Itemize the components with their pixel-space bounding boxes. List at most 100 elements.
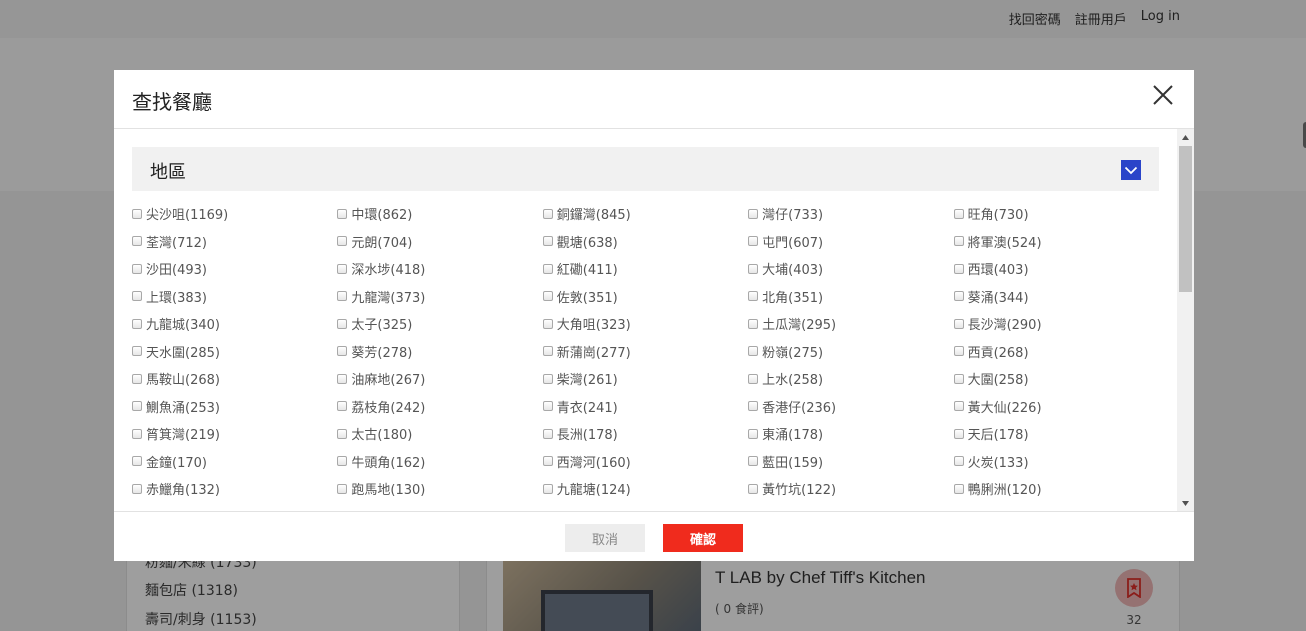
checkbox[interactable] [953, 456, 964, 467]
district-checkbox-item[interactable]: 金鐘(170) [132, 449, 337, 477]
district-checkbox-item[interactable]: 柴灣(261) [542, 366, 748, 394]
checkbox[interactable] [337, 401, 348, 412]
checkbox[interactable] [337, 318, 348, 329]
district-checkbox-item[interactable]: 九龍城(340) [132, 311, 337, 339]
checkbox[interactable] [542, 208, 553, 219]
district-checkbox-item[interactable]: 葵芳(278) [337, 339, 542, 367]
district-checkbox-item[interactable]: 黃大仙(226) [953, 394, 1159, 422]
checkbox[interactable] [542, 483, 553, 494]
checkbox[interactable] [542, 291, 553, 302]
district-checkbox-item[interactable]: 太古(180) [337, 421, 542, 449]
district-checkbox-item[interactable]: 赤鱲角(132) [132, 476, 337, 504]
district-checkbox-item[interactable]: 藍田(159) [748, 449, 953, 477]
district-checkbox-item[interactable]: 深水埗(418) [337, 256, 542, 284]
district-checkbox-item[interactable]: 荃灣(712) [132, 229, 337, 257]
checkbox[interactable] [953, 318, 964, 329]
checkbox[interactable] [748, 318, 759, 329]
district-checkbox-item[interactable]: 北角(351) [748, 284, 953, 312]
checkbox[interactable] [953, 483, 964, 494]
checkbox[interactable] [337, 483, 348, 494]
district-checkbox-item[interactable]: 銅鑼灣(845) [542, 201, 748, 229]
collapse-toggle[interactable] [1121, 160, 1141, 180]
modal-scrollbar[interactable] [1177, 129, 1194, 511]
confirm-button[interactable]: 確認 [663, 524, 743, 552]
checkbox[interactable] [337, 456, 348, 467]
district-checkbox-item[interactable]: 跑馬地(130) [337, 476, 542, 504]
checkbox[interactable] [337, 373, 348, 384]
checkbox[interactable] [132, 208, 142, 219]
district-checkbox-item[interactable]: 觀塘(638) [542, 229, 748, 257]
district-checkbox-item[interactable]: 大角咀(323) [542, 311, 748, 339]
district-checkbox-item[interactable]: 尖沙咀(1169) [132, 201, 337, 229]
checkbox[interactable] [132, 401, 142, 412]
district-checkbox-item[interactable]: 中環(862) [337, 201, 542, 229]
district-checkbox-item[interactable]: 馬鞍山(268) [132, 366, 337, 394]
district-checkbox-item[interactable]: 太子(325) [337, 311, 542, 339]
district-checkbox-item[interactable]: 東涌(178) [748, 421, 953, 449]
checkbox[interactable] [542, 373, 553, 384]
checkbox[interactable] [542, 236, 553, 247]
district-checkbox-item[interactable]: 大埔(403) [748, 256, 953, 284]
district-checkbox-item[interactable]: 荔枝角(242) [337, 394, 542, 422]
checkbox[interactable] [337, 236, 348, 247]
district-checkbox-item[interactable]: 大圍(258) [953, 366, 1159, 394]
checkbox[interactable] [132, 291, 142, 302]
checkbox[interactable] [953, 428, 964, 439]
checkbox[interactable] [132, 483, 142, 494]
district-checkbox-item[interactable]: 將軍澳(524) [953, 229, 1159, 257]
district-checkbox-item[interactable]: 天后(178) [953, 421, 1159, 449]
checkbox[interactable] [748, 291, 759, 302]
district-checkbox-item[interactable]: 西灣河(160) [542, 449, 748, 477]
checkbox[interactable] [542, 456, 553, 467]
checkbox[interactable] [337, 263, 348, 274]
checkbox[interactable] [542, 318, 553, 329]
checkbox[interactable] [132, 318, 142, 329]
district-checkbox-item[interactable]: 鰂魚涌(253) [132, 394, 337, 422]
checkbox[interactable] [337, 346, 348, 357]
checkbox[interactable] [542, 401, 553, 412]
checkbox[interactable] [748, 263, 759, 274]
district-checkbox-item[interactable]: 油麻地(267) [337, 366, 542, 394]
checkbox[interactable] [542, 428, 553, 439]
district-checkbox-item[interactable]: 上水(258) [748, 366, 953, 394]
district-checkbox-item[interactable]: 牛頭角(162) [337, 449, 542, 477]
close-button[interactable] [1152, 84, 1174, 106]
checkbox[interactable] [953, 291, 964, 302]
district-checkbox-item[interactable]: 上環(383) [132, 284, 337, 312]
district-checkbox-item[interactable]: 灣仔(733) [748, 201, 953, 229]
district-checkbox-item[interactable]: 筲箕灣(219) [132, 421, 337, 449]
district-checkbox-item[interactable]: 沙田(493) [132, 256, 337, 284]
district-checkbox-item[interactable]: 元朗(704) [337, 229, 542, 257]
checkbox[interactable] [953, 208, 964, 219]
checkbox[interactable] [748, 483, 759, 494]
checkbox[interactable] [953, 373, 964, 384]
district-checkbox-item[interactable]: 九龍塘(124) [542, 476, 748, 504]
district-checkbox-item[interactable]: 長沙灣(290) [953, 311, 1159, 339]
district-checkbox-item[interactable]: 紅磡(411) [542, 256, 748, 284]
checkbox[interactable] [542, 263, 553, 274]
checkbox[interactable] [953, 346, 964, 357]
district-checkbox-item[interactable]: 屯門(607) [748, 229, 953, 257]
checkbox[interactable] [748, 456, 759, 467]
checkbox[interactable] [337, 208, 348, 219]
district-checkbox-item[interactable]: 葵涌(344) [953, 284, 1159, 312]
district-checkbox-item[interactable]: 西貢(268) [953, 339, 1159, 367]
checkbox[interactable] [953, 401, 964, 412]
checkbox[interactable] [748, 373, 759, 384]
checkbox[interactable] [748, 346, 759, 357]
checkbox[interactable] [132, 263, 142, 274]
checkbox[interactable] [542, 346, 553, 357]
checkbox[interactable] [132, 236, 142, 247]
checkbox[interactable] [748, 401, 759, 412]
checkbox[interactable] [132, 428, 142, 439]
district-checkbox-item[interactable]: 香港仔(236) [748, 394, 953, 422]
checkbox[interactable] [748, 208, 759, 219]
district-checkbox-item[interactable]: 青衣(241) [542, 394, 748, 422]
checkbox[interactable] [953, 263, 964, 274]
district-checkbox-item[interactable]: 新蒲崗(277) [542, 339, 748, 367]
district-checkbox-item[interactable]: 鴨脷洲(120) [953, 476, 1159, 504]
checkbox[interactable] [132, 346, 142, 357]
cancel-button[interactable]: 取消 [565, 524, 645, 552]
district-checkbox-item[interactable]: 粉嶺(275) [748, 339, 953, 367]
district-checkbox-item[interactable]: 旺角(730) [953, 201, 1159, 229]
